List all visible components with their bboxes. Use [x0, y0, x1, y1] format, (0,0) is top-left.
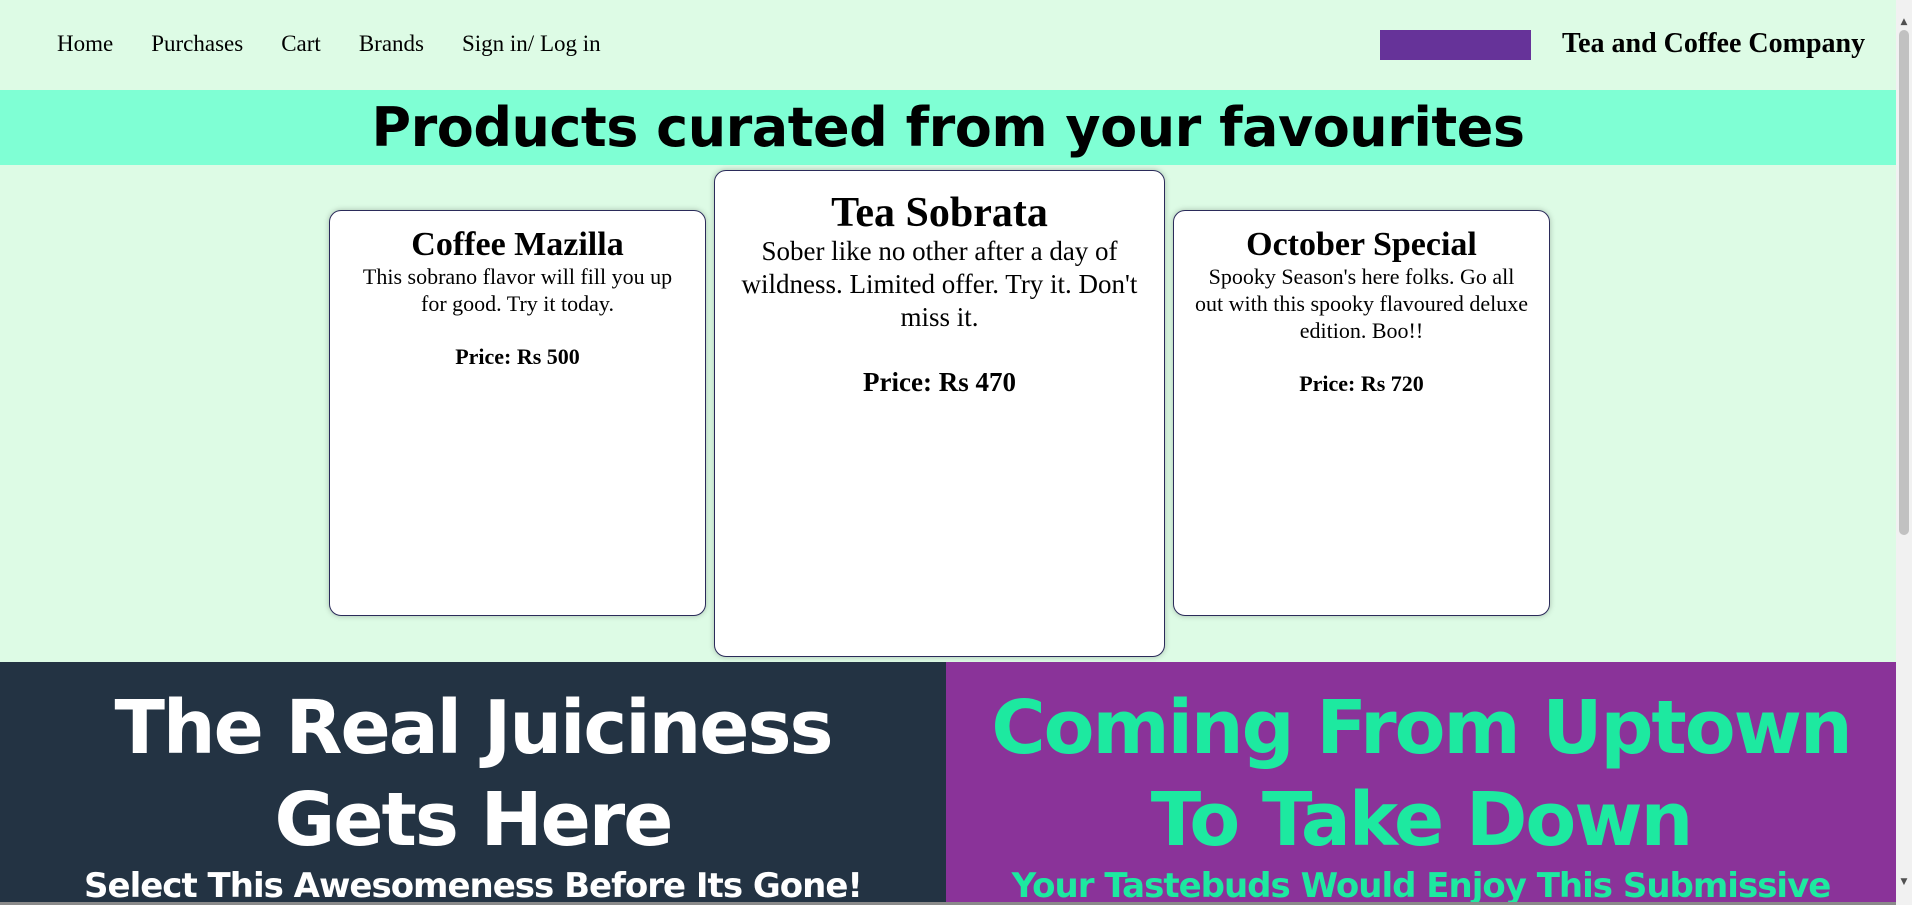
hero-title: Products curated from your favourites [371, 96, 1525, 159]
scroll-up-arrow-icon[interactable]: ▲ [1896, 14, 1912, 30]
promo-panel-left: The Real Juiciness Gets Here Select This… [0, 662, 946, 905]
product-price: Price: Rs 500 [455, 344, 580, 369]
brand-name: Tea and Coffee Company [1562, 28, 1866, 59]
product-description: Spooky Season's here folks. Go all out w… [1194, 264, 1528, 343]
product-price: Price: Rs 470 [863, 367, 1016, 397]
product-description: This sobrano flavor will fill you up for… [362, 264, 673, 316]
nav-link-brands[interactable]: Brands [359, 31, 424, 57]
scrollbar-thumb[interactable] [1899, 30, 1909, 535]
nav-links: Home Purchases Cart Brands Sign in/ Log … [57, 31, 639, 57]
nav-color-block-button[interactable] [1380, 30, 1531, 60]
product-title: October Special [1246, 226, 1477, 263]
vertical-scrollbar[interactable]: ▲ ▼ [1896, 0, 1912, 905]
nav-link-purchases[interactable]: Purchases [151, 31, 243, 57]
top-navigation: Home Purchases Cart Brands Sign in/ Log … [0, 0, 1896, 90]
promo-heading: Coming From Uptown To Take Down [991, 685, 1852, 863]
nav-link-cart[interactable]: Cart [281, 31, 321, 57]
nav-link-home[interactable]: Home [57, 31, 113, 57]
browser-viewport: Home Purchases Cart Brands Sign in/ Log … [0, 0, 1912, 905]
promo-subheading: Your Tastebuds Would Enjoy This Submissi… [1011, 866, 1832, 905]
promo-panel-right: Coming From Uptown To Take Down Your Tas… [946, 662, 1896, 905]
product-card-coffee-mazilla[interactable]: Coffee Mazilla This sobrano flavor will … [329, 210, 706, 616]
product-price: Price: Rs 720 [1299, 371, 1424, 396]
page: Home Purchases Cart Brands Sign in/ Log … [0, 0, 1896, 905]
hero-banner: Products curated from your favourites [0, 90, 1896, 165]
product-card-tea-sobrata[interactable]: Tea Sobrata Sober like no other after a … [714, 170, 1165, 657]
nav-link-sign-in[interactable]: Sign in/ Log in [462, 31, 601, 57]
product-description: Sober like no other after a day of wildn… [741, 236, 1138, 332]
product-card-october-special[interactable]: October Special Spooky Season's here fol… [1173, 210, 1550, 616]
product-title: Tea Sobrata [831, 190, 1048, 236]
product-title: Coffee Mazilla [411, 226, 624, 263]
promo-heading: The Real Juiciness Gets Here [114, 685, 833, 863]
scroll-down-arrow-icon[interactable]: ▼ [1896, 874, 1912, 890]
promo-subheading: Select This Awesomeness Before Its Gone! [84, 866, 863, 905]
